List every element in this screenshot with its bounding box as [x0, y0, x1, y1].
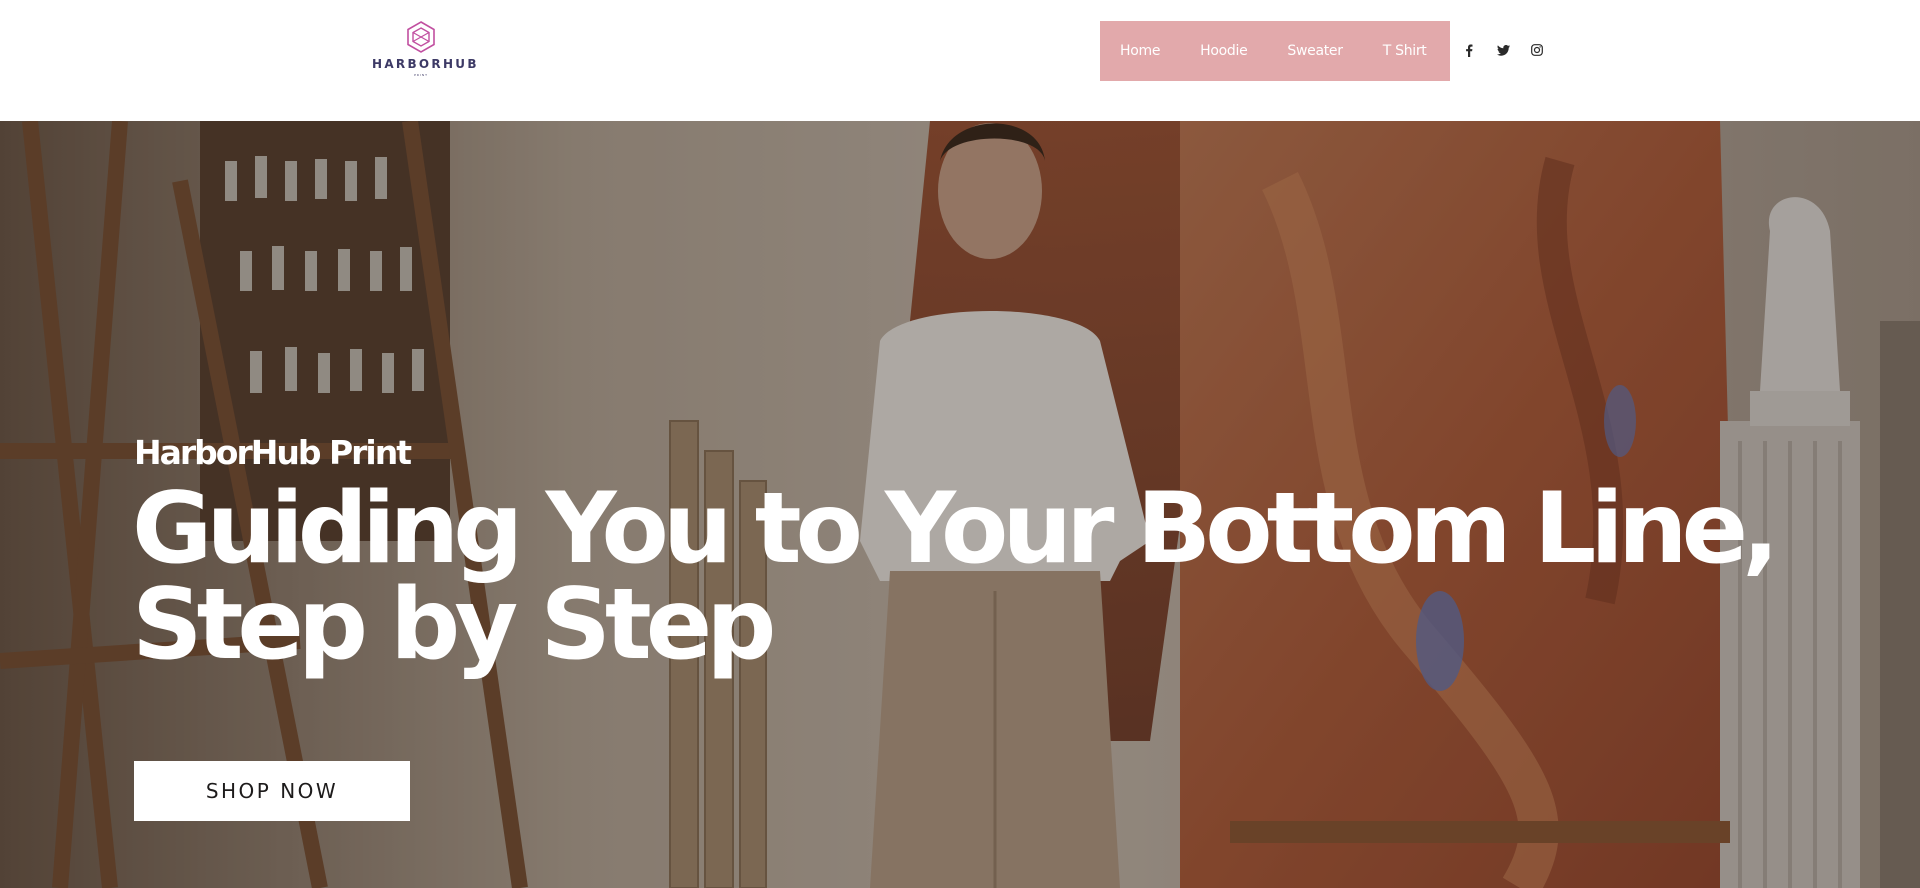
- hero-headline: Guiding You to Your Bottom Line, Step by…: [132, 472, 1779, 682]
- site-header: HARBORHUB PRINT Home Hoodie Sweater T Sh…: [0, 0, 1920, 121]
- nav-item-home[interactable]: Home: [1120, 43, 1160, 59]
- brand-logo[interactable]: HARBORHUB PRINT: [372, 20, 479, 80]
- nav-item-t-shirt[interactable]: T Shirt: [1383, 43, 1427, 59]
- social-links: [1462, 42, 1564, 58]
- nav-item-sweater[interactable]: Sweater: [1287, 43, 1343, 59]
- logo-mark-icon: [407, 21, 435, 53]
- shop-now-button[interactable]: SHOP NOW: [134, 761, 410, 821]
- hero-banner: HarborHub Print Guiding You to Your Bott…: [0, 121, 1920, 888]
- main-nav: Home Hoodie Sweater T Shirt: [1100, 21, 1450, 81]
- hero-eyebrow: HarborHub Print: [134, 433, 412, 472]
- instagram-icon[interactable]: [1530, 43, 1544, 57]
- twitter-icon[interactable]: [1496, 43, 1510, 57]
- brand-tagline: PRINT: [414, 73, 428, 77]
- shop-now-label: SHOP NOW: [205, 779, 339, 803]
- brand-name: HARBORHUB: [372, 57, 479, 71]
- facebook-icon[interactable]: [1462, 43, 1476, 57]
- nav-item-hoodie[interactable]: Hoodie: [1200, 43, 1248, 59]
